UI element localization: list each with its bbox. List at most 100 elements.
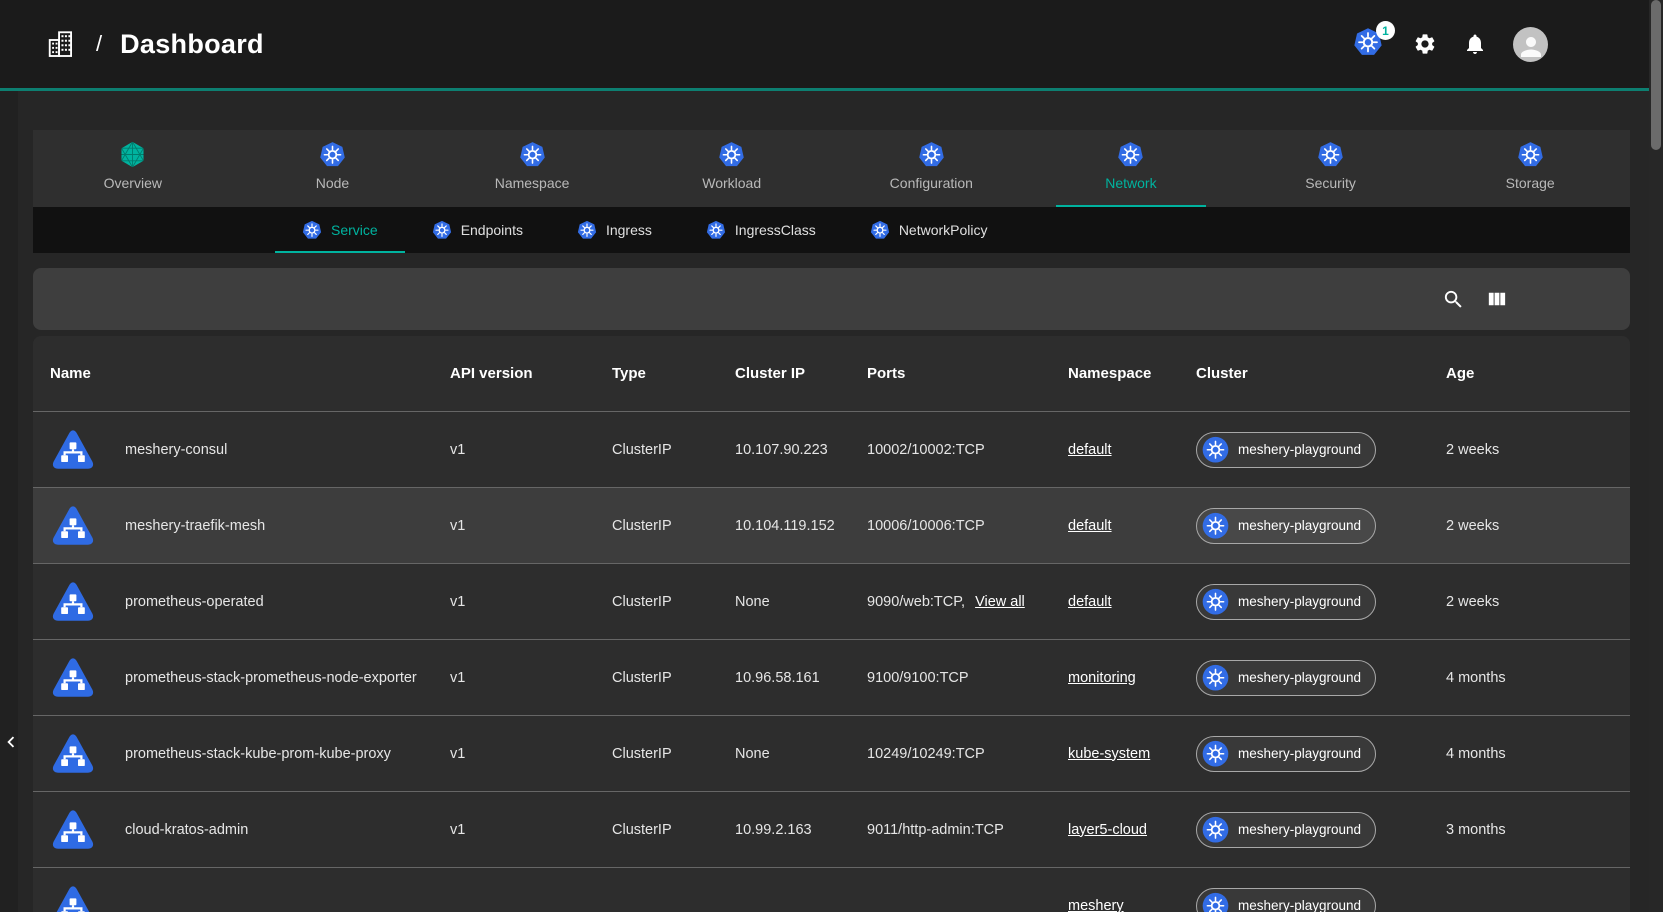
table-row[interactable]: prometheus-stack-prometheus-node-exporte… [33, 639, 1630, 715]
kubernetes-icon [1202, 512, 1229, 539]
kubernetes-icon [302, 220, 322, 240]
column-header[interactable]: Namespace [1051, 365, 1179, 382]
column-header[interactable]: Age [1429, 365, 1630, 382]
ports-value: 9090/web:TCP, [867, 594, 965, 610]
resource-tab[interactable]: Workload [632, 130, 832, 207]
namespace-cell: default [1051, 442, 1179, 458]
table-row[interactable]: meshery-consul v1 ClusterIP 10.107.90.22… [33, 411, 1630, 487]
namespace-link[interactable]: layer5-cloud [1068, 822, 1147, 838]
kubernetes-icon [1202, 588, 1229, 615]
resource-tab-label: Storage [1506, 175, 1555, 191]
cluster-cell: meshery-playground [1179, 584, 1429, 620]
cluster-chip[interactable]: meshery-playground [1196, 660, 1376, 696]
column-header[interactable]: Cluster [1179, 365, 1429, 382]
view-all-ports-link[interactable]: View all [975, 594, 1025, 610]
services-table: Name API version Type Cluster IP Ports N… [33, 336, 1630, 912]
cluster-cell: meshery-playground [1179, 660, 1429, 696]
kubernetes-icon [1317, 141, 1344, 168]
organization-building-icon[interactable] [46, 28, 78, 60]
service-name: prometheus-stack-prometheus-node-exporte… [125, 670, 417, 686]
kubernetes-icon [870, 220, 890, 240]
table-row[interactable]: cloud-kratos-admin v1 ClusterIP 10.99.2.… [33, 791, 1630, 867]
sub-tab-label: NetworkPolicy [899, 222, 988, 238]
kubernetes-context-button[interactable]: 1 [1353, 27, 1387, 61]
user-avatar[interactable] [1513, 27, 1548, 62]
resource-tab-label: Security [1305, 175, 1356, 191]
cluster-chip-label: meshery-playground [1238, 898, 1361, 912]
sub-tab[interactable]: Service [275, 207, 405, 253]
resource-tab[interactable]: Namespace [432, 130, 632, 207]
cluster-chip-label: meshery-playground [1238, 594, 1361, 609]
person-icon [1516, 32, 1546, 62]
service-resource-icon [49, 426, 97, 474]
resource-tab-label: Configuration [890, 175, 973, 191]
resource-tab[interactable]: Overview [33, 130, 233, 207]
namespace-link[interactable]: default [1068, 594, 1112, 610]
age-cell: 4 months [1429, 670, 1630, 686]
resource-tab[interactable]: Security [1231, 130, 1431, 207]
namespace-link[interactable]: meshery [1068, 898, 1124, 912]
column-header[interactable]: Ports [850, 365, 1051, 382]
sub-tab[interactable]: NetworkPolicy [843, 207, 1015, 253]
namespace-cell: default [1051, 518, 1179, 534]
age-cell: 4 months [1429, 746, 1630, 762]
column-header[interactable]: Cluster IP [718, 365, 850, 382]
name-cell: prometheus-stack-prometheus-node-exporte… [33, 654, 433, 702]
kubernetes-icon [1202, 740, 1229, 767]
table-row[interactable]: meshery meshery-playground [33, 867, 1630, 912]
cluster-cell: meshery-playground [1179, 888, 1429, 912]
ports-value: 10249/10249:TCP [867, 746, 985, 762]
resource-tab[interactable]: Node [233, 130, 433, 207]
namespace-cell: layer5-cloud [1051, 822, 1179, 838]
cluster-chip[interactable]: meshery-playground [1196, 888, 1376, 912]
cluster-chip[interactable]: meshery-playground [1196, 432, 1376, 468]
settings-gear-icon[interactable] [1413, 32, 1437, 56]
resource-tab[interactable]: Configuration [832, 130, 1032, 207]
column-header[interactable]: Type [595, 365, 718, 382]
scrollbar-thumb[interactable] [1651, 0, 1661, 150]
cluster-chip-label: meshery-playground [1238, 822, 1361, 837]
type-cell: ClusterIP [595, 518, 718, 534]
cluster-ip-cell: None [718, 746, 850, 762]
breadcrumb-separator: / [96, 31, 102, 57]
table-row[interactable]: meshery-traefik-mesh v1 ClusterIP 10.104… [33, 487, 1630, 563]
column-header[interactable]: Name [33, 365, 433, 382]
kubernetes-icon [577, 220, 597, 240]
selected-subtab-indicator [275, 251, 405, 253]
cluster-ip-cell: 10.96.58.161 [718, 670, 850, 686]
type-cell: ClusterIP [595, 594, 718, 610]
sub-tab[interactable]: IngressClass [679, 207, 843, 253]
resource-tab-label: Workload [702, 175, 761, 191]
sub-tab[interactable]: Endpoints [405, 207, 550, 253]
type-cell: ClusterIP [595, 822, 718, 838]
ports-value: 10006/10006:TCP [867, 518, 985, 534]
resource-tab[interactable]: Network [1031, 130, 1231, 207]
cluster-chip[interactable]: meshery-playground [1196, 584, 1376, 620]
namespace-link[interactable]: default [1068, 442, 1112, 458]
sub-tab[interactable]: Ingress [550, 207, 679, 253]
cluster-chip[interactable]: meshery-playground [1196, 736, 1376, 772]
dashboard-content: Overview Node Namespace Workload [0, 91, 1663, 912]
namespace-link[interactable]: default [1068, 518, 1112, 534]
sidebar-expand-button[interactable] [0, 731, 18, 757]
search-icon[interactable] [1442, 288, 1465, 311]
column-header[interactable]: API version [433, 365, 595, 382]
resource-tab[interactable]: Storage [1430, 130, 1630, 207]
namespace-link[interactable]: monitoring [1068, 670, 1136, 686]
kubernetes-icon [918, 141, 945, 168]
cluster-chip[interactable]: meshery-playground [1196, 812, 1376, 848]
kubernetes-icon [1202, 436, 1229, 463]
view-columns-icon[interactable] [1485, 288, 1508, 311]
sub-tab-label: Endpoints [461, 222, 523, 238]
notifications-bell-icon[interactable] [1463, 32, 1487, 56]
table-row[interactable]: prometheus-operated v1 ClusterIP None 90… [33, 563, 1630, 639]
namespace-link[interactable]: kube-system [1068, 746, 1150, 762]
app-header: / Dashboard 1 [0, 0, 1663, 88]
age-cell: 2 weeks [1429, 442, 1630, 458]
table-row[interactable]: prometheus-stack-kube-prom-kube-proxy v1… [33, 715, 1630, 791]
cluster-chip[interactable]: meshery-playground [1196, 508, 1376, 544]
kubernetes-icon [1517, 141, 1544, 168]
cluster-chip-label: meshery-playground [1238, 670, 1361, 685]
kubernetes-icon [1202, 892, 1229, 912]
kubernetes-icon [1117, 141, 1144, 168]
